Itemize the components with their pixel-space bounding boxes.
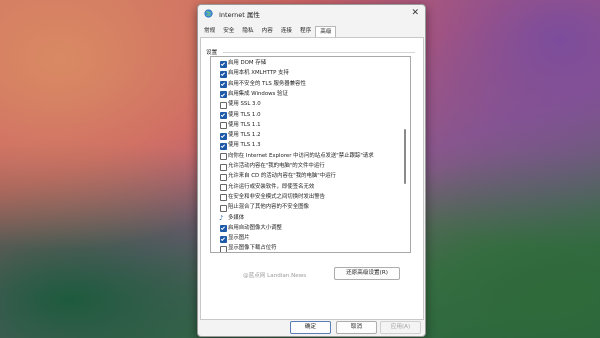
setting-checkbox[interactable] — [220, 81, 227, 89]
cancel-button[interactable]: 取消 — [336, 321, 377, 334]
setting-item[interactable]: 显示图像下载占位符 — [220, 244, 400, 252]
setting-label: 向你在 Internet Explorer 中访问的站点发送"禁止跟踪"请求 — [228, 152, 374, 159]
setting-label: 显示图像下载占位符 — [228, 245, 277, 252]
setting-checkbox[interactable] — [220, 112, 227, 119]
setting-checkbox[interactable] — [220, 184, 227, 192]
setting-checkbox[interactable] — [220, 122, 227, 130]
setting-item[interactable]: 启用 DOM 存储 — [220, 59, 400, 68]
setting-item[interactable]: 启用不安全的 TLS 服务器兼容性 — [220, 80, 400, 89]
ok-button[interactable]: 确定 — [290, 321, 331, 334]
setting-item[interactable]: 使用 TLS 1.1 — [220, 121, 400, 130]
setting-checkbox[interactable] — [220, 132, 227, 140]
setting-label: 启用 DOM 存储 — [228, 60, 267, 66]
scrollbar-thumb[interactable] — [404, 129, 406, 184]
setting-label: 允许运行或安装软件，即使签名无效 — [228, 183, 315, 190]
setting-label: 使用 TLS 1.1 — [228, 121, 261, 128]
multimedia-icon: ♪ — [219, 213, 224, 222]
setting-checkbox[interactable] — [220, 235, 227, 243]
setting-label: 多媒体 — [228, 214, 245, 221]
settings-group-label: 设置 — [206, 50, 218, 56]
setting-label: 允许活动内容在"我的电脑"的文件中运行 — [228, 163, 325, 169]
setting-checkbox[interactable] — [220, 204, 227, 212]
tab-5[interactable]: 程序 — [296, 26, 315, 37]
setting-item[interactable]: 使用 SSL 3.0 — [220, 100, 400, 109]
list-scrollbar[interactable] — [404, 59, 406, 246]
setting-checkbox[interactable] — [220, 173, 227, 181]
setting-label: 使用 SSL 3.0 — [228, 101, 261, 108]
setting-checkbox[interactable] — [220, 153, 227, 161]
setting-checkbox[interactable] — [220, 225, 227, 233]
tab-bar: 常规 安全 隐私 内容 连接 程序 高级 — [200, 26, 337, 37]
advanced-tab-panel: 设置 启用 DOM 存储启用本机 XMLHTTP 支持启用不安全的 TLS 服务… — [200, 37, 424, 320]
setting-checkbox[interactable] — [220, 163, 227, 171]
setting-checkbox[interactable] — [220, 245, 227, 252]
setting-label: 启用集成 Windows 验证 — [228, 90, 288, 97]
setting-item[interactable]: 允许运行或安装软件，即使签名无效 — [220, 183, 400, 192]
setting-item[interactable]: 使用 TLS 1.0 — [220, 111, 400, 119]
setting-checkbox[interactable] — [220, 142, 227, 150]
setting-item[interactable]: 向你在 Internet Explorer 中访问的站点发送"禁止跟踪"请求 — [220, 152, 400, 161]
setting-label: 启用本机 XMLHTTP 支持 — [228, 70, 289, 77]
tab-1[interactable]: 安全 — [219, 26, 238, 37]
window-title: Internet 属性 — [219, 11, 260, 19]
close-button[interactable]: ✕ — [411, 8, 419, 18]
tab-3[interactable]: 内容 — [258, 26, 277, 37]
setting-item[interactable]: 允许活动内容在"我的电脑"的文件中运行 — [220, 162, 400, 171]
tab-6[interactable]: 高级 — [315, 26, 337, 37]
watermark-text: @蓝点网 Landian.News — [243, 273, 307, 279]
setting-item[interactable]: 使用 TLS 1.3 — [220, 141, 400, 150]
tab-4[interactable]: 连接 — [277, 26, 296, 37]
setting-label: 允许来自 CD 的活动内容在"我的电脑"中运行 — [228, 173, 336, 180]
setting-item[interactable]: 启用自动图像大小调整 — [220, 224, 400, 233]
internet-options-dialog: Internet 属性 ✕ 常规 安全 隐私 内容 连接 程序 高级 设置 启用 DOM 存… — [197, 4, 426, 337]
title-bar[interactable]: Internet 属性 ✕ — [198, 5, 425, 23]
apply-button[interactable]: 应用(A) — [380, 321, 421, 334]
setting-checkbox[interactable] — [220, 91, 227, 99]
restore-advanced-settings-button[interactable]: 还原高级设置(R) — [334, 267, 400, 280]
setting-item[interactable]: 在安全和非安全模式之间切换时发出警告 — [220, 193, 400, 202]
setting-item[interactable]: 使用 TLS 1.2 — [220, 131, 400, 140]
settings-list[interactable]: 启用 DOM 存储启用本机 XMLHTTP 支持启用不安全的 TLS 服务器兼容… — [210, 56, 411, 253]
setting-label: 使用 TLS 1.3 — [228, 142, 261, 149]
setting-label: 启用自动图像大小调整 — [228, 224, 282, 231]
setting-checkbox[interactable] — [220, 101, 227, 109]
setting-label: 显示图片 — [228, 235, 250, 242]
setting-label: 使用 TLS 1.0 — [228, 111, 261, 118]
setting-label: 启用不安全的 TLS 服务器兼容性 — [228, 80, 306, 87]
setting-item[interactable]: 启用集成 Windows 验证 — [220, 90, 400, 99]
setting-item[interactable]: 启用本机 XMLHTTP 支持 — [220, 69, 400, 78]
tab-2[interactable]: 隐私 — [238, 26, 257, 37]
setting-label: 阻止混合了其他内容的不安全图像 — [228, 204, 309, 211]
setting-checkbox[interactable] — [220, 194, 227, 202]
setting-checkbox[interactable] — [220, 70, 227, 78]
tab-0[interactable]: 常规 — [200, 26, 219, 37]
category-header: ♪ 多媒体 — [219, 213, 400, 222]
setting-label: 在安全和非安全模式之间切换时发出警告 — [228, 193, 326, 200]
setting-label: 使用 TLS 1.2 — [228, 132, 261, 139]
setting-item[interactable]: 允许来自 CD 的活动内容在"我的电脑"中运行 — [220, 172, 400, 181]
setting-item[interactable]: 显示图片 — [220, 234, 400, 243]
globe-icon — [204, 9, 213, 18]
setting-checkbox[interactable] — [220, 60, 227, 68]
divider — [223, 52, 415, 53]
setting-item[interactable]: 阻止混合了其他内容的不安全图像 — [220, 203, 400, 212]
